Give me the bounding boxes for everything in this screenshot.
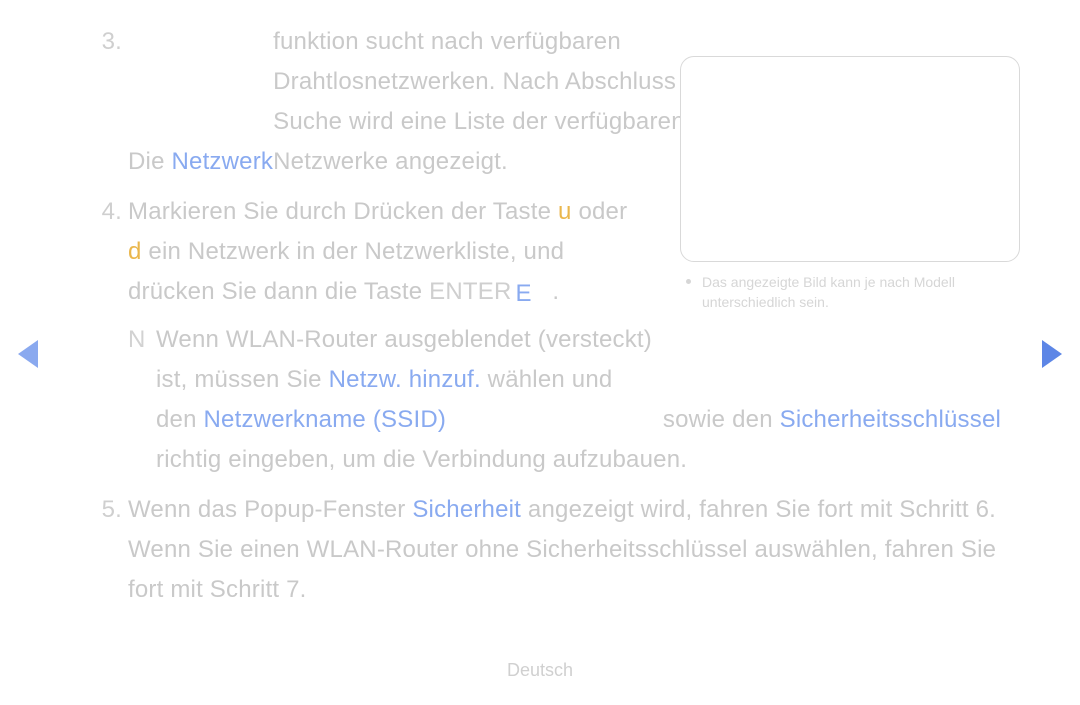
- note-marker: N: [128, 320, 156, 480]
- caption-text: Das angezeigte Bild kann je nach Modell …: [702, 274, 955, 310]
- bullet-icon: [686, 279, 691, 284]
- keyword-netzwerkname-ssid: Netzwerkname (SSID): [204, 406, 447, 433]
- language-footer: Deutsch: [0, 660, 1080, 681]
- keyword-sicherheit: Sicherheit: [412, 496, 521, 523]
- keyword-sicherheitsschluessel: Sicherheitsschlüssel: [780, 406, 1001, 433]
- text: sowie den: [656, 406, 780, 433]
- list-item-5: 5. Wenn das Popup-Fenster Sicherheit ang…: [100, 490, 1020, 610]
- text: Markieren Sie durch Drücken der Taste: [128, 198, 558, 225]
- figure-caption: Das angezeigte Bild kann je nach Modell …: [680, 272, 1020, 312]
- document-page: 3. Die Netzwerk funktion sucht nach verf…: [0, 0, 1080, 705]
- key-d: d: [128, 238, 142, 265]
- enter-icon: E: [516, 274, 532, 314]
- text: richtig eingeben, um die Verbindung aufz…: [156, 446, 687, 473]
- item-number: 4.: [100, 192, 128, 480]
- keyword-netzwerk: Netzwerk: [171, 148, 273, 175]
- key-enter: ENTER: [429, 278, 511, 305]
- note-body: Wenn WLAN-Router ausgeblendet (versteckt…: [156, 320, 1020, 480]
- next-page-arrow-icon[interactable]: [1042, 340, 1062, 368]
- note-block: N Wenn WLAN-Router ausgeblendet (verstec…: [128, 320, 1020, 480]
- keyword-netzw-hinzuf: Netzw. hinzuf.: [329, 366, 481, 393]
- text: oder: [572, 198, 628, 225]
- prev-page-arrow-icon[interactable]: [18, 340, 38, 368]
- text: Wenn das Popup-Fenster: [128, 496, 412, 523]
- item-number: 5.: [100, 490, 128, 610]
- item-body: Wenn das Popup-Fenster Sicherheit angeze…: [128, 490, 1020, 610]
- key-u: u: [558, 198, 572, 225]
- item-number: 3.: [100, 22, 128, 182]
- text: .: [552, 278, 559, 305]
- text: Die: [128, 148, 171, 175]
- illustration-placeholder: [680, 56, 1020, 262]
